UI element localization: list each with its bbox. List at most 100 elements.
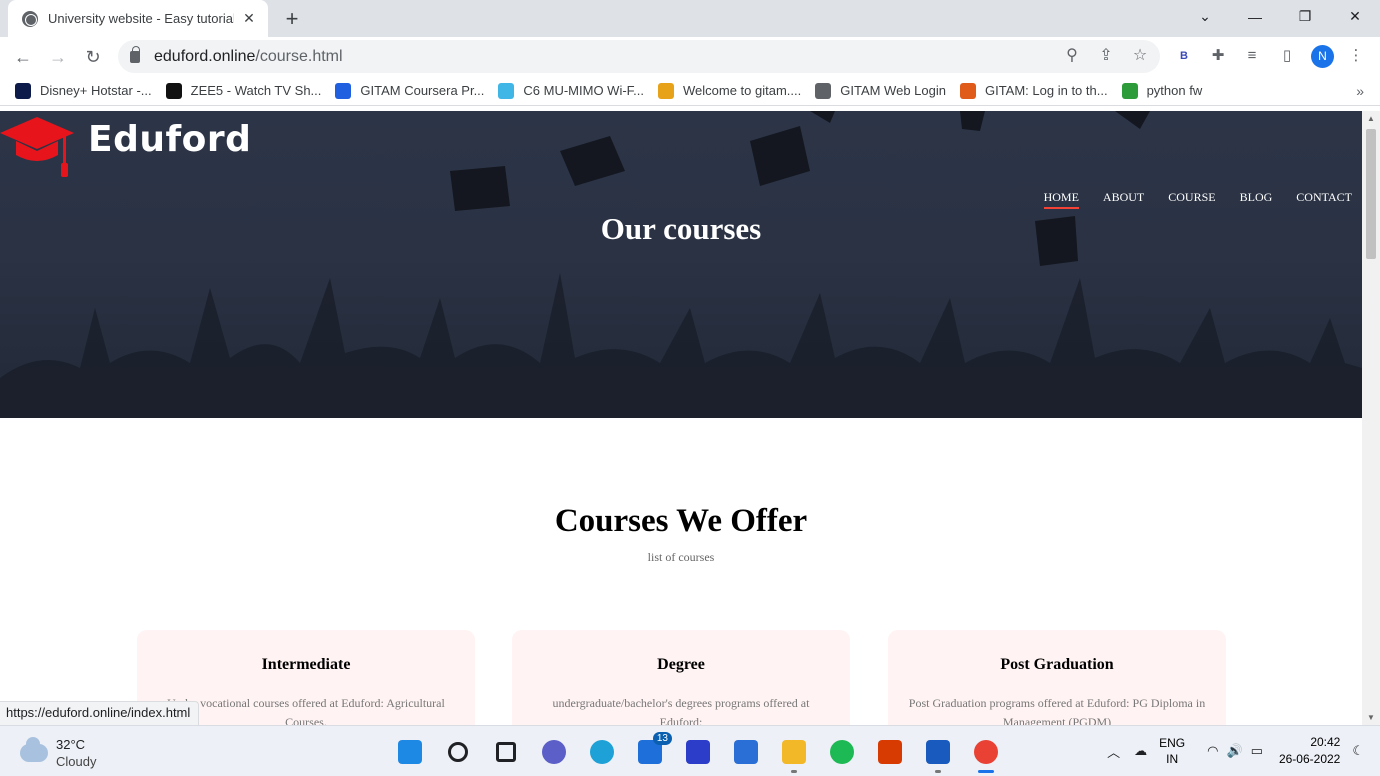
bookmark-favicon-icon (959, 82, 976, 99)
zoom-icon[interactable]: ⚲ (1062, 46, 1082, 66)
clock[interactable]: 20:42 26-06-2022 (1279, 734, 1340, 768)
globe-icon (22, 10, 38, 27)
nav-blog[interactable]: BLOG (1240, 190, 1273, 209)
course-card-text: Post Graduation programs offered at Eduf… (908, 696, 1206, 725)
lock-icon[interactable] (130, 45, 140, 63)
nav-course[interactable]: COURSE (1168, 190, 1215, 209)
nav-home[interactable]: HOME (1043, 190, 1080, 209)
extensions-puzzle-icon[interactable]: ✚ (1207, 45, 1229, 67)
windows-start-icon[interactable] (392, 734, 428, 770)
side-panel-icon[interactable]: ▯ (1276, 45, 1298, 67)
tab-search-icon[interactable]: ⌄ (1180, 0, 1230, 33)
back-icon[interactable]: ← (11, 45, 35, 69)
course-card-title: Degree (657, 656, 705, 673)
bookmark-label: python fw (1146, 83, 1203, 98)
weather-widget[interactable]: 32°C Cloudy (20, 736, 96, 770)
address-bar[interactable]: eduford.online/course.html ⚲ ⇪ ☆ (118, 40, 1160, 73)
course-card-title: Post Graduation (1000, 656, 1114, 673)
photo-editor-icon[interactable] (680, 734, 716, 770)
course-card-title: Intermediate (261, 656, 351, 673)
onedrive-icon[interactable]: ☁ (1134, 743, 1147, 759)
tab-title: University website - Easy tutorial (48, 11, 234, 26)
file-explorer-icon[interactable] (776, 734, 812, 773)
bookmark-item[interactable]: GITAM Web Login (815, 82, 946, 99)
nav-about[interactable]: ABOUT (1103, 190, 1144, 209)
graduation-cap-icon (0, 117, 74, 177)
taskbar-apps: 13 (392, 732, 1004, 773)
hero-title: Our courses (600, 211, 762, 246)
mail-icon[interactable]: 13 (632, 732, 672, 770)
bookmark-favicon-icon (498, 82, 515, 99)
bookmark-item[interactable]: Welcome to gitam.... (658, 82, 802, 99)
reload-icon[interactable]: ↻ (81, 45, 105, 69)
bookmark-label: ZEE5 - Watch TV Sh... (190, 83, 322, 98)
bookmark-label: C6 MU-MIMO Wi-F... (523, 83, 644, 98)
word-icon[interactable] (920, 734, 956, 773)
wifi-icon[interactable]: ◠ (1207, 743, 1218, 759)
scroll-up-icon[interactable]: ▲ (1367, 114, 1375, 123)
bookmark-favicon-icon (335, 82, 352, 99)
bookmark-item[interactable]: GITAM Coursera Pr... (335, 82, 484, 99)
extension-b-icon[interactable]: B (1173, 45, 1195, 67)
close-tab-icon[interactable]: ✕ (240, 10, 258, 27)
page-viewport: Eduford HOME ABOUT COURSE BLOG CONTACT O… (0, 111, 1362, 725)
bookmark-item[interactable]: C6 MU-MIMO Wi-F... (498, 82, 644, 99)
language-code: ENG (1159, 736, 1186, 750)
task-view-icon[interactable] (488, 734, 524, 770)
bookmark-label: GITAM: Log in to th... (984, 83, 1108, 98)
chrome-icon[interactable] (968, 734, 1004, 773)
temperature: 32°C (56, 737, 86, 752)
share-icon[interactable]: ⇪ (1096, 46, 1116, 66)
volume-icon[interactable]: 🔊 (1226, 743, 1242, 759)
teams-chat-icon[interactable] (536, 734, 572, 770)
menu-kebab-icon[interactable]: ⋮ (1345, 45, 1367, 67)
cloudy-weather-icon (20, 737, 48, 762)
office-icon[interactable] (872, 734, 908, 770)
bookmark-item[interactable]: GITAM: Log in to th... (959, 82, 1108, 99)
scroll-down-icon[interactable]: ▼ (1367, 713, 1375, 722)
tab-strip: University website - Easy tutorial ✕ + ⌄… (0, 0, 1380, 37)
mail-unread-badge: 13 (652, 732, 672, 745)
new-tab-button[interactable]: + (280, 6, 304, 32)
main-nav: HOME ABOUT COURSE BLOG CONTACT (1043, 190, 1352, 209)
eduford-logo[interactable]: Eduford (0, 115, 251, 177)
section-subtitle: list of courses (647, 550, 715, 564)
page-scrollbar[interactable]: ▲ ▼ (1362, 111, 1380, 725)
bookmark-favicon-icon (165, 82, 182, 99)
link-status-bubble: https://eduford.online/index.html (0, 701, 200, 725)
language-indicator[interactable]: ENG IN (1159, 735, 1185, 767)
restore-button[interactable]: ❐ (1280, 0, 1330, 33)
nav-contact[interactable]: CONTACT (1296, 190, 1352, 209)
close-window-button[interactable]: ✕ (1330, 0, 1380, 33)
browser-tab[interactable]: University website - Easy tutorial ✕ (8, 0, 268, 37)
bookmark-item[interactable]: ZEE5 - Watch TV Sh... (165, 82, 322, 99)
bookmark-item[interactable]: Disney+ Hotstar -... (15, 82, 152, 99)
minimize-button[interactable]: — (1230, 0, 1280, 33)
profile-avatar[interactable]: N (1311, 45, 1334, 68)
bookmark-label: Welcome to gitam.... (683, 83, 802, 98)
bookmark-favicon-icon (815, 82, 832, 99)
course-card-post-graduation: Post Graduation Post Graduation programs… (888, 630, 1226, 725)
bookmark-favicon-icon (1121, 82, 1138, 99)
window-controls: ⌄ — ❐ ✕ (1180, 0, 1380, 33)
course-card-text: undergraduate/bachelor's degrees program… (552, 696, 810, 725)
bookmarks-overflow-icon[interactable]: » (1356, 83, 1364, 99)
notifications-icon[interactable]: ☾ (1352, 743, 1364, 759)
bookmark-star-icon[interactable]: ☆ (1130, 46, 1150, 66)
store-icon[interactable] (728, 734, 764, 770)
brand-name: Eduford (88, 118, 252, 160)
bookmark-item[interactable]: python fw (1121, 82, 1203, 99)
time: 20:42 (1310, 735, 1341, 749)
media-queue-icon[interactable]: ≡ (1241, 45, 1263, 67)
tray-overflow-icon[interactable]: ︿ (1107, 742, 1120, 761)
date: 26-06-2022 (1278, 752, 1341, 766)
forward-icon[interactable]: → (46, 45, 70, 69)
bookmark-label: Disney+ Hotstar -... (40, 83, 152, 98)
battery-icon[interactable]: ▭ (1251, 743, 1263, 759)
scrollbar-thumb[interactable] (1366, 129, 1376, 259)
search-icon[interactable] (440, 734, 476, 770)
bookmark-favicon-icon (15, 82, 31, 99)
edge-icon[interactable] (584, 734, 620, 770)
bookmarks-bar: Disney+ Hotstar -... ZEE5 - Watch TV Sh..… (0, 76, 1380, 106)
spotify-icon[interactable] (824, 734, 860, 770)
